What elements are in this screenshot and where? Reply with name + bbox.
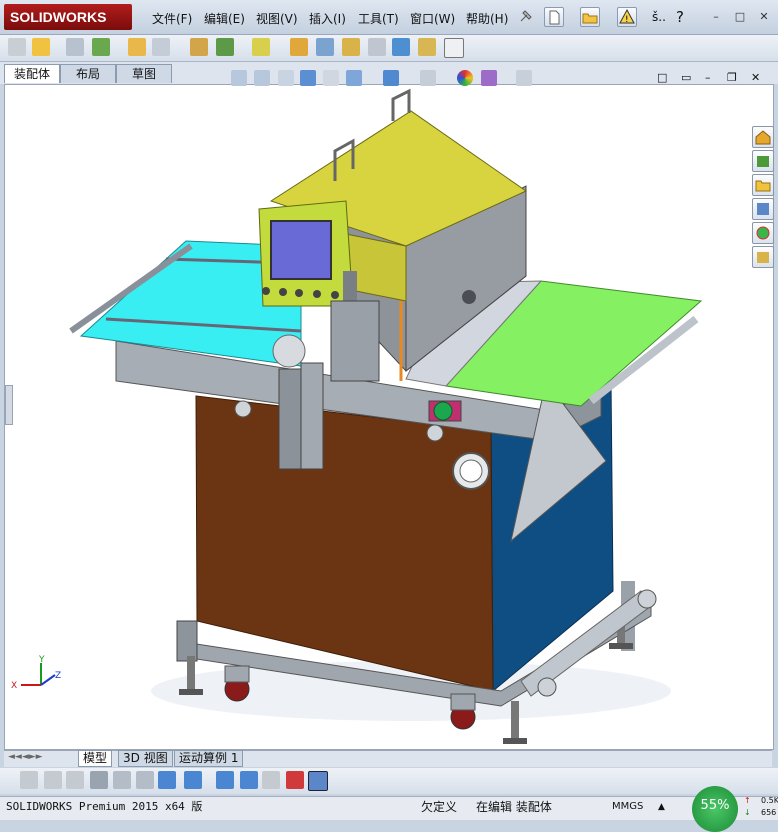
appearances-scenes-icon[interactable] <box>752 222 774 244</box>
title-bar: SOLIDWORKS 文件(F) 编辑(E) 视图(V) 插入(I) 工具(T)… <box>0 0 778 35</box>
search-commands-text[interactable]: š.. <box>652 10 666 24</box>
warning-icon[interactable]: ! <box>617 7 637 27</box>
window-close-button[interactable]: ✕ <box>756 10 772 24</box>
show-hidden-icon[interactable] <box>190 38 208 56</box>
results-plots-icon[interactable] <box>158 771 176 789</box>
solidworks-logo[interactable]: SOLIDWORKS <box>4 4 132 30</box>
custom-properties-icon[interactable] <box>752 246 774 268</box>
zoom-to-area-icon[interactable] <box>254 70 270 86</box>
display-style-icon[interactable] <box>383 70 399 86</box>
logo-text: SOLIDWORKS <box>10 9 107 25</box>
motion-toolbar <box>0 768 778 794</box>
status-units-caret-icon[interactable]: ▲ <box>658 799 665 815</box>
motor-icon[interactable] <box>184 771 202 789</box>
doc-minimize-button[interactable]: – <box>705 71 711 84</box>
design-library-icon[interactable] <box>752 150 774 172</box>
tab-model[interactable]: 模型 <box>78 750 113 767</box>
exploded-view-icon[interactable] <box>342 38 360 56</box>
edit-appearance-icon[interactable] <box>457 70 473 86</box>
view-orientation-icon[interactable] <box>346 70 362 86</box>
instant3d-icon[interactable] <box>444 38 464 58</box>
new-motion-study-icon[interactable] <box>290 38 308 56</box>
new-document-button[interactable] <box>544 7 564 27</box>
key-properties-icon[interactable] <box>113 771 131 789</box>
assembly-model[interactable] <box>5 85 773 749</box>
net-download-rate: 656 <box>761 808 777 817</box>
tab-scroll-arrows-icon[interactable]: ◄◄◄►► <box>8 752 43 762</box>
open-folder-button[interactable] <box>580 7 600 27</box>
tab-3d-view[interactable]: 3D 视图 <box>118 750 173 767</box>
edit-component-icon[interactable] <box>8 38 26 56</box>
stop-icon[interactable] <box>66 771 84 789</box>
doc-tile-button[interactable]: ▭ <box>681 71 691 84</box>
move-component-icon[interactable] <box>152 38 170 56</box>
section-view-icon[interactable] <box>300 70 316 86</box>
clearance-verification-icon[interactable] <box>418 38 436 56</box>
window-restore-button[interactable]: □ <box>732 10 748 24</box>
upload-arrow-icon: ↑ <box>744 796 751 805</box>
triad-y-label: Y <box>39 655 45 665</box>
timeline-icon[interactable] <box>90 771 108 789</box>
tab-layout[interactable]: 布局 <box>60 64 116 83</box>
feature-manager-collapse-handle[interactable] <box>5 385 13 425</box>
bill-of-materials-icon[interactable] <box>316 38 334 56</box>
doc-maximize-button[interactable]: ❐ <box>727 71 737 84</box>
explode-line-sketch-icon[interactable] <box>368 38 386 56</box>
apply-scene-icon[interactable] <box>481 70 497 86</box>
net-upload-rate: 0.5K <box>761 796 778 805</box>
insert-components-icon[interactable] <box>32 38 50 56</box>
play-icon[interactable] <box>44 771 62 789</box>
menu-edit[interactable]: 编辑(E) <box>204 10 245 27</box>
tab-sketch[interactable]: 草图 <box>116 64 172 83</box>
help-icon[interactable]: ? <box>676 8 684 26</box>
pin-icon[interactable] <box>517 7 535 25</box>
spring-icon[interactable] <box>216 771 234 789</box>
interference-detection-icon[interactable] <box>392 38 410 56</box>
hide-show-items-icon[interactable] <box>420 70 436 86</box>
menu-window[interactable]: 窗口(W) <box>410 10 455 27</box>
collapse-motion-manager-icon[interactable] <box>308 771 328 791</box>
triad-z-label: Z <box>55 671 62 681</box>
tab-assembly[interactable]: 装配体 <box>4 64 60 83</box>
usage-percent-badge: 55% <box>692 786 738 832</box>
contact-icon[interactable] <box>262 771 280 789</box>
download-arrow-icon: ↓ <box>744 808 751 817</box>
tab-motion-study[interactable]: 运动算例 1 <box>174 750 244 767</box>
mate-icon[interactable] <box>66 38 84 56</box>
command-toolbar <box>0 35 778 62</box>
previous-view-icon[interactable] <box>278 70 294 86</box>
solidworks-resources-icon[interactable] <box>752 126 774 148</box>
calculate-icon[interactable] <box>20 771 38 789</box>
linear-pattern-icon[interactable] <box>92 38 110 56</box>
dynamic-annotation-icon[interactable] <box>323 70 339 86</box>
menu-file[interactable]: 文件(F) <box>152 10 192 27</box>
status-product: SOLIDWORKS Premium 2015 x64 版 <box>6 800 203 813</box>
view-palette-icon[interactable] <box>752 198 774 220</box>
zoom-to-fit-icon[interactable] <box>231 70 247 86</box>
status-definition: 欠定义 <box>421 800 458 814</box>
doc-close-button[interactable]: ✕ <box>751 71 760 84</box>
triad-x-label: X <box>11 681 18 691</box>
menu-insert[interactable]: 插入(I) <box>309 10 346 27</box>
svg-text:!: ! <box>625 15 629 25</box>
status-units[interactable]: MMGS <box>612 799 643 815</box>
doc-restore-button[interactable]: □ <box>657 71 667 84</box>
gravity-icon[interactable] <box>240 771 258 789</box>
menu-help[interactable]: 帮助(H) <box>466 10 508 27</box>
window-minimize-button[interactable]: – <box>708 10 724 24</box>
menu-tools[interactable]: 工具(T) <box>358 10 399 27</box>
status-editing: 在编辑 装配体 <box>476 800 552 814</box>
assembly-features-icon[interactable] <box>216 38 234 56</box>
view-settings-icon[interactable] <box>516 70 532 86</box>
menu-view[interactable]: 视图(V) <box>256 10 298 27</box>
autokey-icon[interactable] <box>136 771 154 789</box>
graphics-area[interactable]: Y X Z <box>4 84 774 750</box>
motion-study-properties-icon[interactable] <box>286 771 304 789</box>
file-explorer-icon[interactable] <box>752 174 774 196</box>
smart-fasteners-icon[interactable] <box>128 38 146 56</box>
reference-geometry-icon[interactable] <box>252 38 270 56</box>
